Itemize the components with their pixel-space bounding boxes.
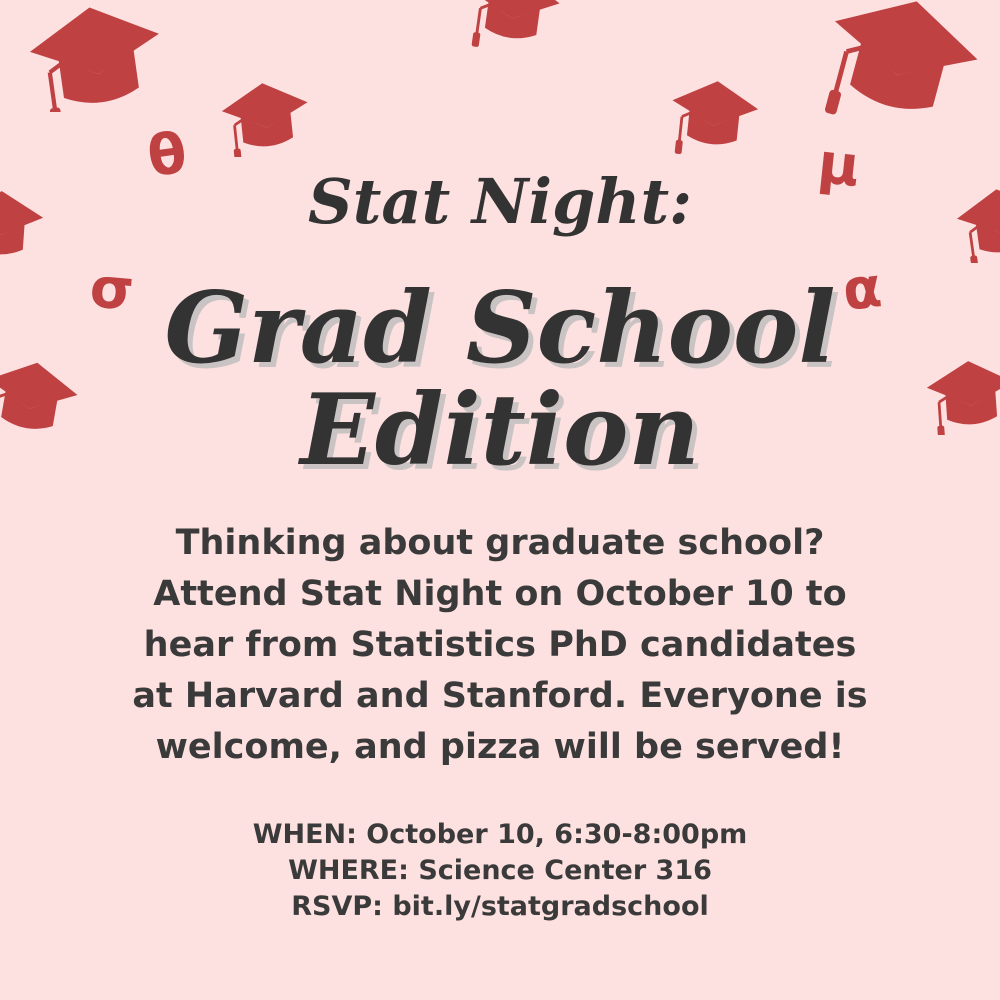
description-line: Thinking about graduate school?: [175, 523, 825, 563]
description-line: welcome, and pizza will be served!: [155, 727, 845, 767]
event-details: WHEN: October 10, 6:30-8:00pm WHERE: Sci…: [0, 817, 1000, 925]
description-line: at Harvard and Stanford. Everyone is: [132, 676, 868, 716]
event-when: WHEN: October 10, 6:30-8:00pm: [252, 819, 748, 850]
event-title: Stat Night:: [308, 165, 692, 238]
graduation-cap-icon: [820, 0, 990, 120]
graduation-cap-icon: [20, 0, 170, 112]
graduation-cap-icon: [218, 77, 315, 157]
event-subtitle-line-1: Grad School: [164, 271, 836, 386]
description-line: Attend Stat Night on October 10 to: [153, 574, 847, 614]
event-description: Thinking about graduate school? Attend S…: [60, 518, 940, 773]
graduation-cap-icon: [462, 0, 565, 59]
graduation-cap-icon: [665, 75, 762, 155]
event-rsvp: RSVP: bit.ly/statgradschool: [291, 891, 709, 922]
description-line: hear from Statistics PhD candidates: [143, 625, 857, 665]
event-subtitle-line-2: Edition: [300, 373, 700, 488]
event-where: WHERE: Science Center 316: [288, 855, 712, 886]
